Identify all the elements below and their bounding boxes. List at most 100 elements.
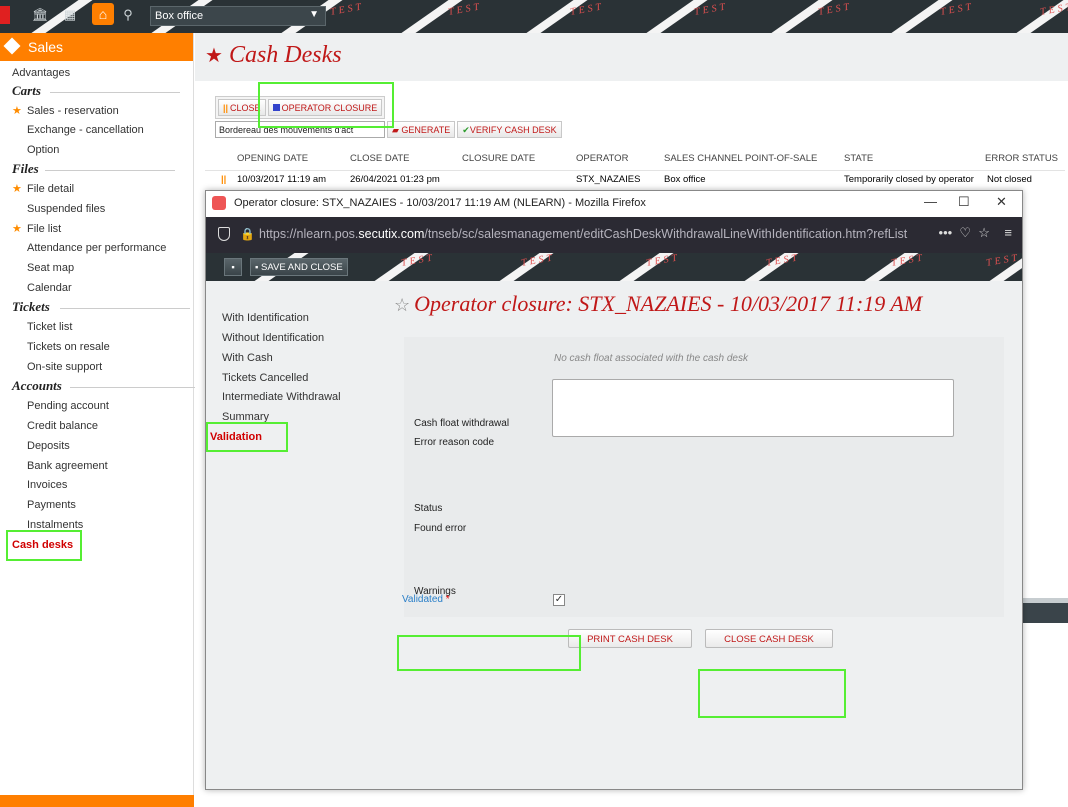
sidebar-item-calendar[interactable]: Calendar: [27, 282, 72, 294]
maximize-icon[interactable]: ☐: [958, 194, 970, 210]
building-icon[interactable]: ▦: [62, 7, 78, 23]
popup-toolbar: TEST TEST TEST TEST TEST TEST ▪ ▪ SAVE A…: [206, 253, 1022, 281]
app-logo[interactable]: [0, 6, 10, 24]
table-cell[interactable]: STX_NAZAIES: [576, 174, 640, 185]
popup-nav: With Identification Without Identificati…: [206, 281, 386, 789]
sidebar-item-pending-account[interactable]: Pending account: [27, 400, 109, 412]
pause-icon: ||: [223, 103, 229, 113]
sidebar-item-cash-desks[interactable]: Cash desks: [12, 539, 73, 551]
nav-item-with-identification[interactable]: With Identification: [222, 312, 309, 324]
column-header[interactable]: CLOSE DATE: [350, 153, 409, 164]
sidebar-item-seat-map[interactable]: Seat map: [27, 262, 74, 274]
sidebar-item-file-list[interactable]: File list: [12, 222, 61, 235]
test-watermark: TEST: [890, 253, 926, 269]
url-text[interactable]: https://nlearn.pos.secutix.com/tnseb/sc/…: [259, 227, 907, 241]
sidebar-section-accounts: Accounts: [12, 378, 62, 393]
save-icon[interactable]: ▪: [224, 258, 242, 276]
tag-icon: [3, 37, 21, 55]
sidebar-item-file-detail[interactable]: File detail: [12, 182, 74, 195]
column-header[interactable]: STATE: [844, 153, 873, 164]
table-cell[interactable]: 26/04/2021 01:23 pm: [350, 174, 440, 185]
sidebar-item-tickets-on-resale[interactable]: Tickets on resale: [27, 341, 110, 353]
nav-item-intermediate-withdrawal[interactable]: Intermediate Withdrawal: [222, 391, 341, 403]
search-icon[interactable]: ⚲: [120, 7, 136, 23]
sidebar-module-header[interactable]: Sales: [0, 33, 193, 61]
sidebar: Sales Advantages Carts Sales - reservati…: [0, 33, 200, 807]
popup-title: ☆ Operator closure: STX_NAZAIES - 10/03/2…: [394, 291, 923, 316]
context-select-value: Box office: [155, 10, 204, 22]
report-toolbar: Bordereau des mouvements d'act ▰ GENERAT…: [215, 121, 562, 138]
sidebar-item-instalments[interactable]: Instalments: [27, 519, 83, 531]
sidebar-section-tickets: Tickets: [12, 299, 50, 314]
column-header[interactable]: OPENING DATE: [237, 153, 308, 164]
validated-checkbox[interactable]: ✓: [553, 594, 565, 606]
sidebar-item-payments[interactable]: Payments: [27, 499, 76, 511]
lock-icon[interactable]: 🔒: [240, 227, 255, 241]
sidebar-item-bank-agreement[interactable]: Bank agreement: [27, 460, 108, 472]
print-cash-desk-button[interactable]: PRINT CASH DESK: [568, 629, 692, 648]
sidebar-section-files: Files: [12, 161, 39, 176]
context-select[interactable]: Box office ▼: [150, 6, 326, 26]
table-cell[interactable]: Box office: [664, 174, 706, 185]
menu-icon[interactable]: ≡: [1004, 225, 1012, 240]
page-title: ★ Cash Desks: [205, 42, 342, 68]
found-error-label: Found error: [414, 523, 467, 534]
sidebar-item-deposits[interactable]: Deposits: [27, 440, 70, 452]
operator-closure-button[interactable]: OPERATOR CLOSURE: [267, 99, 383, 116]
sidebar-footer[interactable]: [0, 795, 194, 807]
pocket-icon[interactable]: ♡: [959, 225, 971, 240]
sidebar-item-suspended-files[interactable]: Suspended files: [27, 203, 105, 215]
sidebar-item-invoices[interactable]: Invoices: [27, 479, 67, 491]
sidebar-item-sales-reservation[interactable]: Sales - reservation: [12, 104, 119, 117]
window-titlebar: Operator closure: STX_NAZAIES - 10/03/20…: [206, 191, 1022, 217]
sidebar-item-attendance[interactable]: Attendance per performance: [27, 242, 166, 254]
sidebar-item-exchange-cancellation[interactable]: Exchange - cancellation: [27, 124, 144, 136]
page-header: ★ Cash Desks: [195, 33, 1068, 81]
minimize-icon[interactable]: —: [924, 194, 937, 209]
nav-item-tickets-cancelled[interactable]: Tickets Cancelled: [222, 372, 308, 384]
close-cash-desk-button[interactable]: CLOSE CASH DESK: [705, 629, 833, 648]
sidebar-item-option[interactable]: Option: [27, 144, 59, 156]
popup-window: Operator closure: STX_NAZAIES - 10/03/20…: [205, 190, 1023, 790]
column-header[interactable]: ERROR STATUS: [985, 153, 1058, 164]
more-icon[interactable]: •••: [939, 225, 953, 240]
sidebar-section-carts: Carts: [12, 83, 41, 98]
star-icon[interactable]: ★: [205, 45, 223, 67]
generate-button[interactable]: ▰ GENERATE: [387, 121, 456, 138]
report-select[interactable]: Bordereau des mouvements d'act: [215, 121, 385, 138]
nav-item-without-identification[interactable]: Without Identification: [222, 332, 324, 344]
table-cell[interactable]: Temporarily closed by operator: [844, 174, 974, 185]
nav-item-validation[interactable]: Validation: [210, 431, 262, 443]
home-icon[interactable]: ⌂: [92, 3, 114, 25]
shield-icon[interactable]: [218, 227, 230, 241]
no-cash-float-message: No cash float associated with the cash d…: [554, 353, 748, 364]
check-icon: ✔: [462, 125, 470, 135]
firefox-icon: [212, 196, 226, 210]
validated-label: Validated *: [402, 594, 450, 605]
sidebar-item-ticket-list[interactable]: Ticket list: [27, 321, 72, 333]
save-and-close-button[interactable]: ▪ SAVE AND CLOSE: [250, 258, 348, 276]
printer-icon: ▰: [392, 125, 402, 135]
url-bar[interactable]: 🔒 https://nlearn.pos.secutix.com/tnseb/s…: [206, 217, 1022, 253]
bookmark-star-icon[interactable]: ☆: [978, 225, 990, 240]
table-cell[interactable]: 10/03/2017 11:19 am: [237, 174, 326, 185]
sidebar-item-advantages[interactable]: Advantages: [12, 67, 70, 79]
star-outline-icon[interactable]: ☆: [394, 295, 410, 315]
close-icon[interactable]: ✕: [996, 194, 1007, 210]
sidebar-item-on-site-support[interactable]: On-site support: [27, 361, 102, 373]
sidebar-item-credit-balance[interactable]: Credit balance: [27, 420, 98, 432]
close-button[interactable]: || CLOSE: [218, 99, 266, 116]
museum-icon[interactable]: 🏛: [32, 7, 49, 23]
column-header[interactable]: SALES CHANNEL: [664, 153, 743, 164]
column-header[interactable]: POINT-OF-SALE: [745, 153, 817, 164]
error-reason-textarea[interactable]: [552, 379, 954, 437]
column-header[interactable]: CLOSURE DATE: [462, 153, 535, 164]
nav-item-with-cash[interactable]: With Cash: [222, 352, 273, 364]
table-cell[interactable]: Not closed: [987, 174, 1032, 185]
row-status-icon: ||: [221, 174, 227, 185]
test-watermark: TEST: [1039, 1, 1068, 18]
nav-item-summary[interactable]: Summary: [222, 411, 269, 423]
column-header[interactable]: OPERATOR: [576, 153, 628, 164]
top-bar: TEST TEST TEST TEST TEST TEST TEST 🏛 ▦ ⌂…: [0, 0, 1068, 33]
verify-cash-desk-button[interactable]: ✔VERIFY CASH DESK: [457, 121, 562, 138]
